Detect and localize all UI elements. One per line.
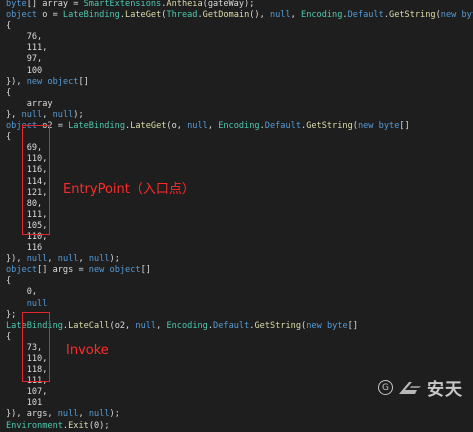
code-line: object[] args = new object[]: [6, 265, 151, 276]
code-line: 80,: [6, 198, 43, 209]
code-line: 110,: [6, 231, 48, 242]
antiy-logo-icon: [399, 381, 421, 394]
code-line: {: [6, 87, 12, 98]
entrypoint-annotation: EntryPoint（入口点）: [63, 182, 195, 197]
code-line: Environment.Exit(0);: [6, 420, 110, 431]
code-line: object o = LateBinding.LateGet(Thread.Ge…: [6, 10, 473, 21]
code-line: byte[] array = SmartExtensions.Antheia(g…: [6, 0, 255, 9]
code-line: }), null, null, null);: [6, 254, 120, 265]
code-line: 69,: [6, 143, 43, 154]
antiy-watermark: G 安天: [378, 375, 463, 400]
code-line: {: [6, 21, 12, 32]
code-line: {: [6, 132, 12, 143]
code-line: null: [26, 298, 48, 309]
code-line: 100: [6, 65, 43, 76]
code-line: };: [6, 309, 17, 320]
code-line: 76,: [6, 32, 43, 43]
code-line: object o2 = LateBinding.LateGet(o, null,…: [6, 121, 410, 132]
watermark-text: 安天: [427, 380, 463, 400]
code-line: 111,: [6, 43, 48, 54]
code-line: {: [6, 331, 12, 342]
code-line: LateBinding.LateCall(o2, null, Encoding.…: [6, 320, 358, 331]
code-line: 105,: [6, 220, 48, 231]
code-line: 101: [6, 398, 43, 409]
code-line: 110,: [6, 154, 48, 165]
code-line: {: [6, 276, 12, 287]
code-line: 116,: [6, 165, 48, 176]
invoke-annotation: Invoke: [66, 343, 109, 358]
code-line: 116: [6, 243, 43, 254]
code-line: 111,: [6, 209, 48, 220]
code-line: }, null, null);: [6, 109, 84, 120]
code-editor[interactable]: byte[] array = SmartExtensions.Antheia(g…: [6, 0, 473, 432]
code-line: array: [6, 98, 53, 109]
code-line: 97,: [6, 54, 43, 65]
code-line: }), args, null, null);: [6, 409, 120, 420]
watermark-symbol: G: [378, 380, 393, 395]
code-line: }), new object[]: [6, 76, 89, 87]
code-line: 0,: [6, 287, 38, 298]
